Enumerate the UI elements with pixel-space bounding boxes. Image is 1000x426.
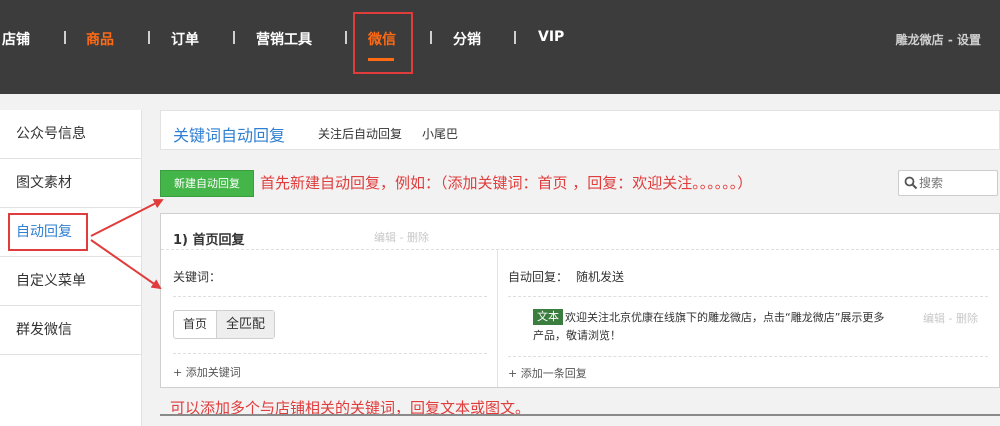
search-icon bbox=[904, 176, 918, 190]
rule-title: 1) 首页回复 bbox=[173, 233, 245, 248]
divider bbox=[161, 249, 999, 250]
sidebar-item-account-info[interactable]: 公众号信息 bbox=[0, 110, 142, 159]
search-input[interactable] bbox=[919, 174, 995, 192]
nav-item-products[interactable]: 商品 bbox=[86, 29, 114, 49]
divider bbox=[508, 356, 988, 357]
reply-mode: 随机发送 bbox=[576, 270, 625, 284]
new-auto-reply-button[interactable]: 新建自动回复 bbox=[160, 170, 254, 197]
annotation-highlight-box bbox=[8, 213, 88, 251]
nav-separator bbox=[64, 31, 66, 44]
auto-reply-label: 自动回复： bbox=[508, 270, 569, 284]
add-reply-link[interactable]: + 添加一条回复 bbox=[508, 365, 587, 381]
rule-edit-delete-links[interactable]: 编辑 - 删除 bbox=[374, 229, 429, 245]
tab-follow-auto-reply[interactable]: 关注后自动回复 bbox=[318, 125, 402, 142]
divider bbox=[173, 296, 487, 297]
sidebar: 公众号信息 图文素材 自动回复 自定义菜单 群发微信 bbox=[0, 110, 142, 426]
sidebar-item-mass-message[interactable]: 群发微信 bbox=[0, 306, 142, 355]
match-type-button[interactable]: 全匹配 bbox=[216, 311, 275, 338]
reply-type-badge: 文本 bbox=[533, 309, 563, 325]
nav-item-orders[interactable]: 订单 bbox=[171, 29, 199, 49]
reply-edit-delete-links[interactable]: 编辑 - 删除 bbox=[923, 310, 978, 326]
nav-separator bbox=[345, 31, 347, 44]
nav-separator bbox=[430, 31, 432, 44]
keyword-text[interactable]: 首页 bbox=[174, 311, 216, 338]
user-settings-link[interactable]: 雕龙微店 - 设置 bbox=[896, 31, 981, 48]
tab-tail-message[interactable]: 小尾巴 bbox=[422, 125, 458, 142]
tab-keyword-auto-reply[interactable]: 关键词自动回复 bbox=[173, 122, 285, 146]
divider bbox=[508, 296, 988, 297]
top-nav-bar: 店铺 商品 订单 营销工具 微信 分销 VIP 雕龙微店 - 设置 bbox=[0, 0, 1000, 94]
nav-separator bbox=[514, 31, 516, 44]
keyword-tag[interactable]: 首页 全匹配 bbox=[173, 310, 276, 339]
search-box[interactable] bbox=[898, 170, 998, 196]
annotation-highlight-box bbox=[353, 12, 413, 74]
nav-separator bbox=[233, 31, 235, 44]
page-header: 关键词自动回复 关注后自动回复 小尾巴 bbox=[160, 110, 1000, 150]
nav-item-distribution[interactable]: 分销 bbox=[453, 29, 481, 49]
auto-reply-rule-card: 1) 首页回复 编辑 - 删除 关键词： 首页 全匹配 + 添加关键词 自动回复… bbox=[160, 213, 1000, 388]
nav-item-vip[interactable]: VIP bbox=[538, 29, 564, 45]
divider bbox=[173, 353, 487, 354]
divider bbox=[160, 414, 1000, 416]
reply-label: 自动回复： 随机发送 bbox=[508, 268, 624, 285]
keywords-label: 关键词： bbox=[173, 270, 222, 284]
add-keyword-link[interactable]: + 添加关键词 bbox=[173, 364, 241, 380]
reply-content-text: 欢迎关注北京优康在线旗下的雕龙微店，点击“雕龙微店”展示更多产品，敬请浏览！ bbox=[533, 311, 885, 342]
sidebar-item-media-library[interactable]: 图文素材 bbox=[0, 159, 142, 208]
nav-item-marketing-tools[interactable]: 营销工具 bbox=[256, 29, 312, 49]
nav-item-store[interactable]: 店铺 bbox=[2, 29, 30, 49]
annotation-step-note: 首先新建自动回复，例如：（添加关键词：首页 ，回复：欢迎关注。。。。。。） bbox=[260, 174, 753, 192]
sidebar-item-custom-menu[interactable]: 自定义菜单 bbox=[0, 257, 142, 306]
nav-separator bbox=[148, 31, 150, 44]
column-divider bbox=[497, 249, 498, 387]
